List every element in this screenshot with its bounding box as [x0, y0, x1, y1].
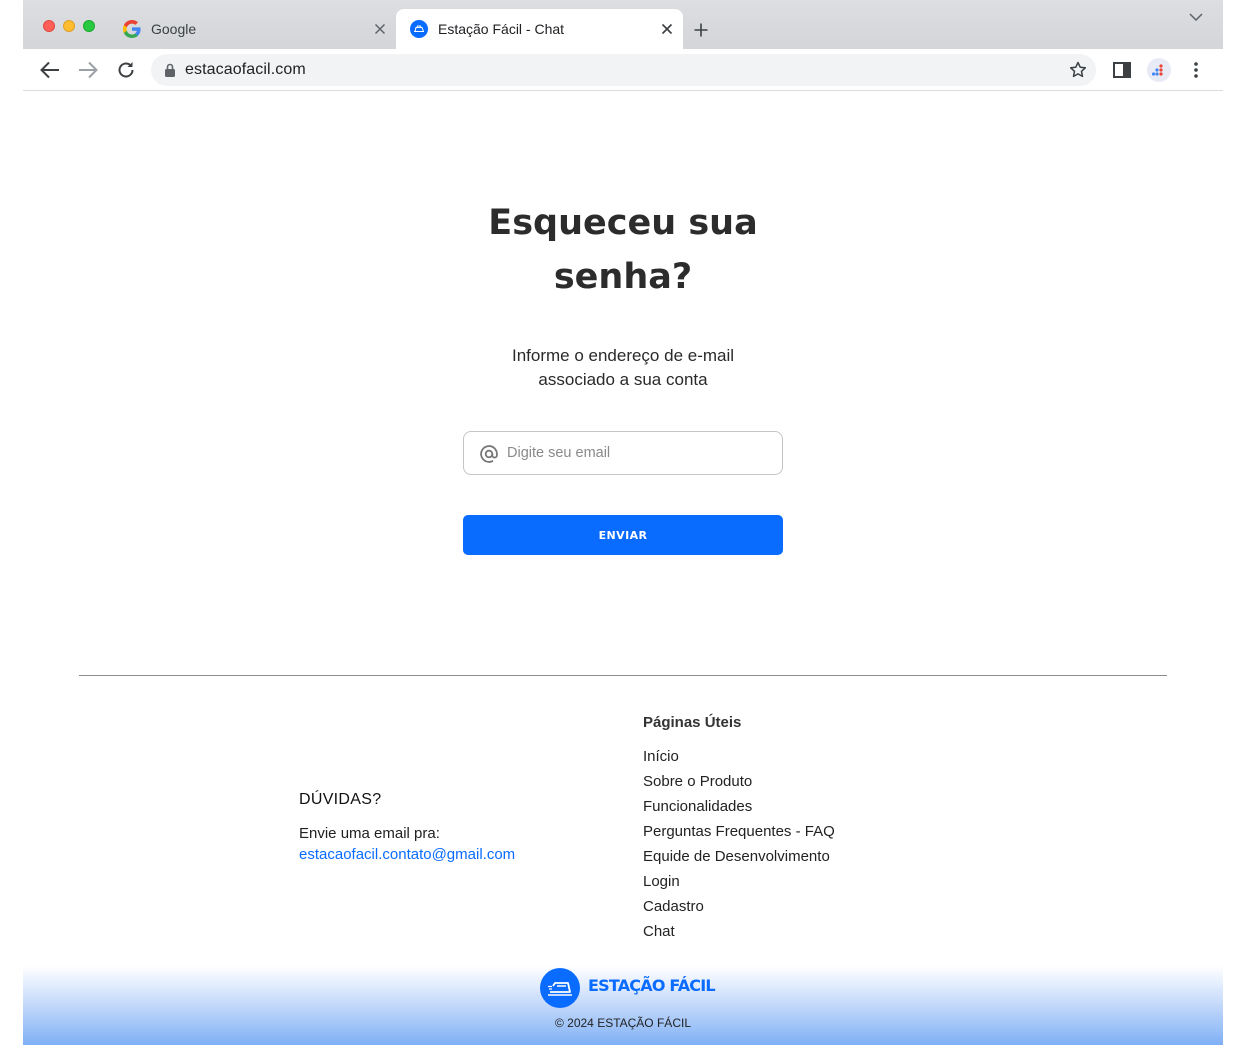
at-sign-icon	[479, 444, 499, 464]
footer-link-inicio[interactable]: Início	[643, 744, 835, 769]
contact-email-link[interactable]: estacaofacil.contato@gmail.com	[299, 846, 515, 863]
back-arrow-icon[interactable]	[35, 55, 65, 85]
footer-link-funcionalidades[interactable]: Funcionalidades	[643, 794, 835, 819]
copyright-text: © 2024 ESTAÇÃO FÁCIL	[554, 1016, 691, 1030]
tab-google[interactable]: Google	[111, 9, 396, 49]
extension-icon[interactable]	[1147, 58, 1171, 82]
page-content: Esqueceu sua senha? Informe o endereço d…	[23, 91, 1223, 1045]
footer-link-sobre[interactable]: Sobre o Produto	[643, 769, 835, 794]
bookmark-star-icon[interactable]	[1068, 60, 1088, 80]
footer-link-faq[interactable]: Perguntas Frequentes - FAQ	[643, 819, 835, 844]
url-text: estacaofacil.com	[185, 61, 306, 78]
lock-icon	[164, 63, 176, 77]
page-title-line2: senha?	[553, 257, 693, 297]
reload-icon[interactable]	[111, 55, 141, 85]
google-g-icon	[123, 20, 141, 38]
address-bar[interactable]: estacaofacil.com	[151, 54, 1096, 86]
send-button[interactable]: ENVIAR	[463, 515, 783, 555]
footer-divider	[79, 675, 1167, 676]
minimize-window-button[interactable]	[63, 20, 75, 32]
footer-link-chat[interactable]: Chat	[643, 919, 835, 944]
side-panel-icon[interactable]	[1110, 58, 1134, 82]
footer-link-equipe[interactable]: Equide de Desenvolvimento	[643, 844, 835, 869]
close-icon[interactable]	[653, 15, 681, 43]
tab-title: Google	[151, 21, 197, 37]
email-field[interactable]	[463, 431, 783, 475]
browser-toolbar: estacaofacil.com	[23, 49, 1223, 91]
new-tab-button[interactable]	[687, 16, 715, 44]
estacao-facil-favicon	[410, 20, 428, 38]
chevron-down-icon[interactable]	[1184, 6, 1208, 28]
doubts-title: DÚVIDAS?	[299, 791, 382, 808]
page-subtitle: Informe o endereço de e-mail associado a…	[423, 344, 823, 392]
useful-pages-list: Início Sobre o Produto Funcionalidades P…	[643, 744, 835, 944]
browser-window: Google Estação Fácil - Chat estacaofacil…	[23, 0, 1223, 1045]
more-menu-icon[interactable]	[1184, 58, 1208, 82]
useful-pages-title: Páginas Úteis	[643, 714, 742, 731]
page-subtitle-line2: associado a sua conta	[538, 370, 708, 389]
page-subtitle-line1: Informe o endereço de e-mail	[511, 346, 735, 365]
brand-logo-text: ESTAÇÃO FÁCIL	[588, 976, 716, 995]
doubts-text: Envie uma email pra:	[299, 825, 440, 842]
close-window-button[interactable]	[43, 20, 55, 32]
tab-title: Estação Fácil - Chat	[438, 21, 565, 37]
footer-link-login[interactable]: Login	[643, 869, 835, 894]
page-title: Esqueceu sua senha?	[423, 196, 823, 304]
train-logo-icon	[540, 968, 580, 1008]
tab-strip: Google Estação Fácil - Chat	[23, 0, 1223, 49]
maximize-window-button[interactable]	[83, 20, 95, 32]
forward-arrow-icon[interactable]	[73, 55, 103, 85]
tab-estacao-facil-chat[interactable]: Estação Fácil - Chat	[396, 9, 683, 49]
footer-link-cadastro[interactable]: Cadastro	[643, 894, 835, 919]
close-icon[interactable]	[366, 15, 394, 43]
page-title-line1: Esqueceu sua	[488, 203, 758, 243]
email-input[interactable]	[507, 432, 775, 474]
